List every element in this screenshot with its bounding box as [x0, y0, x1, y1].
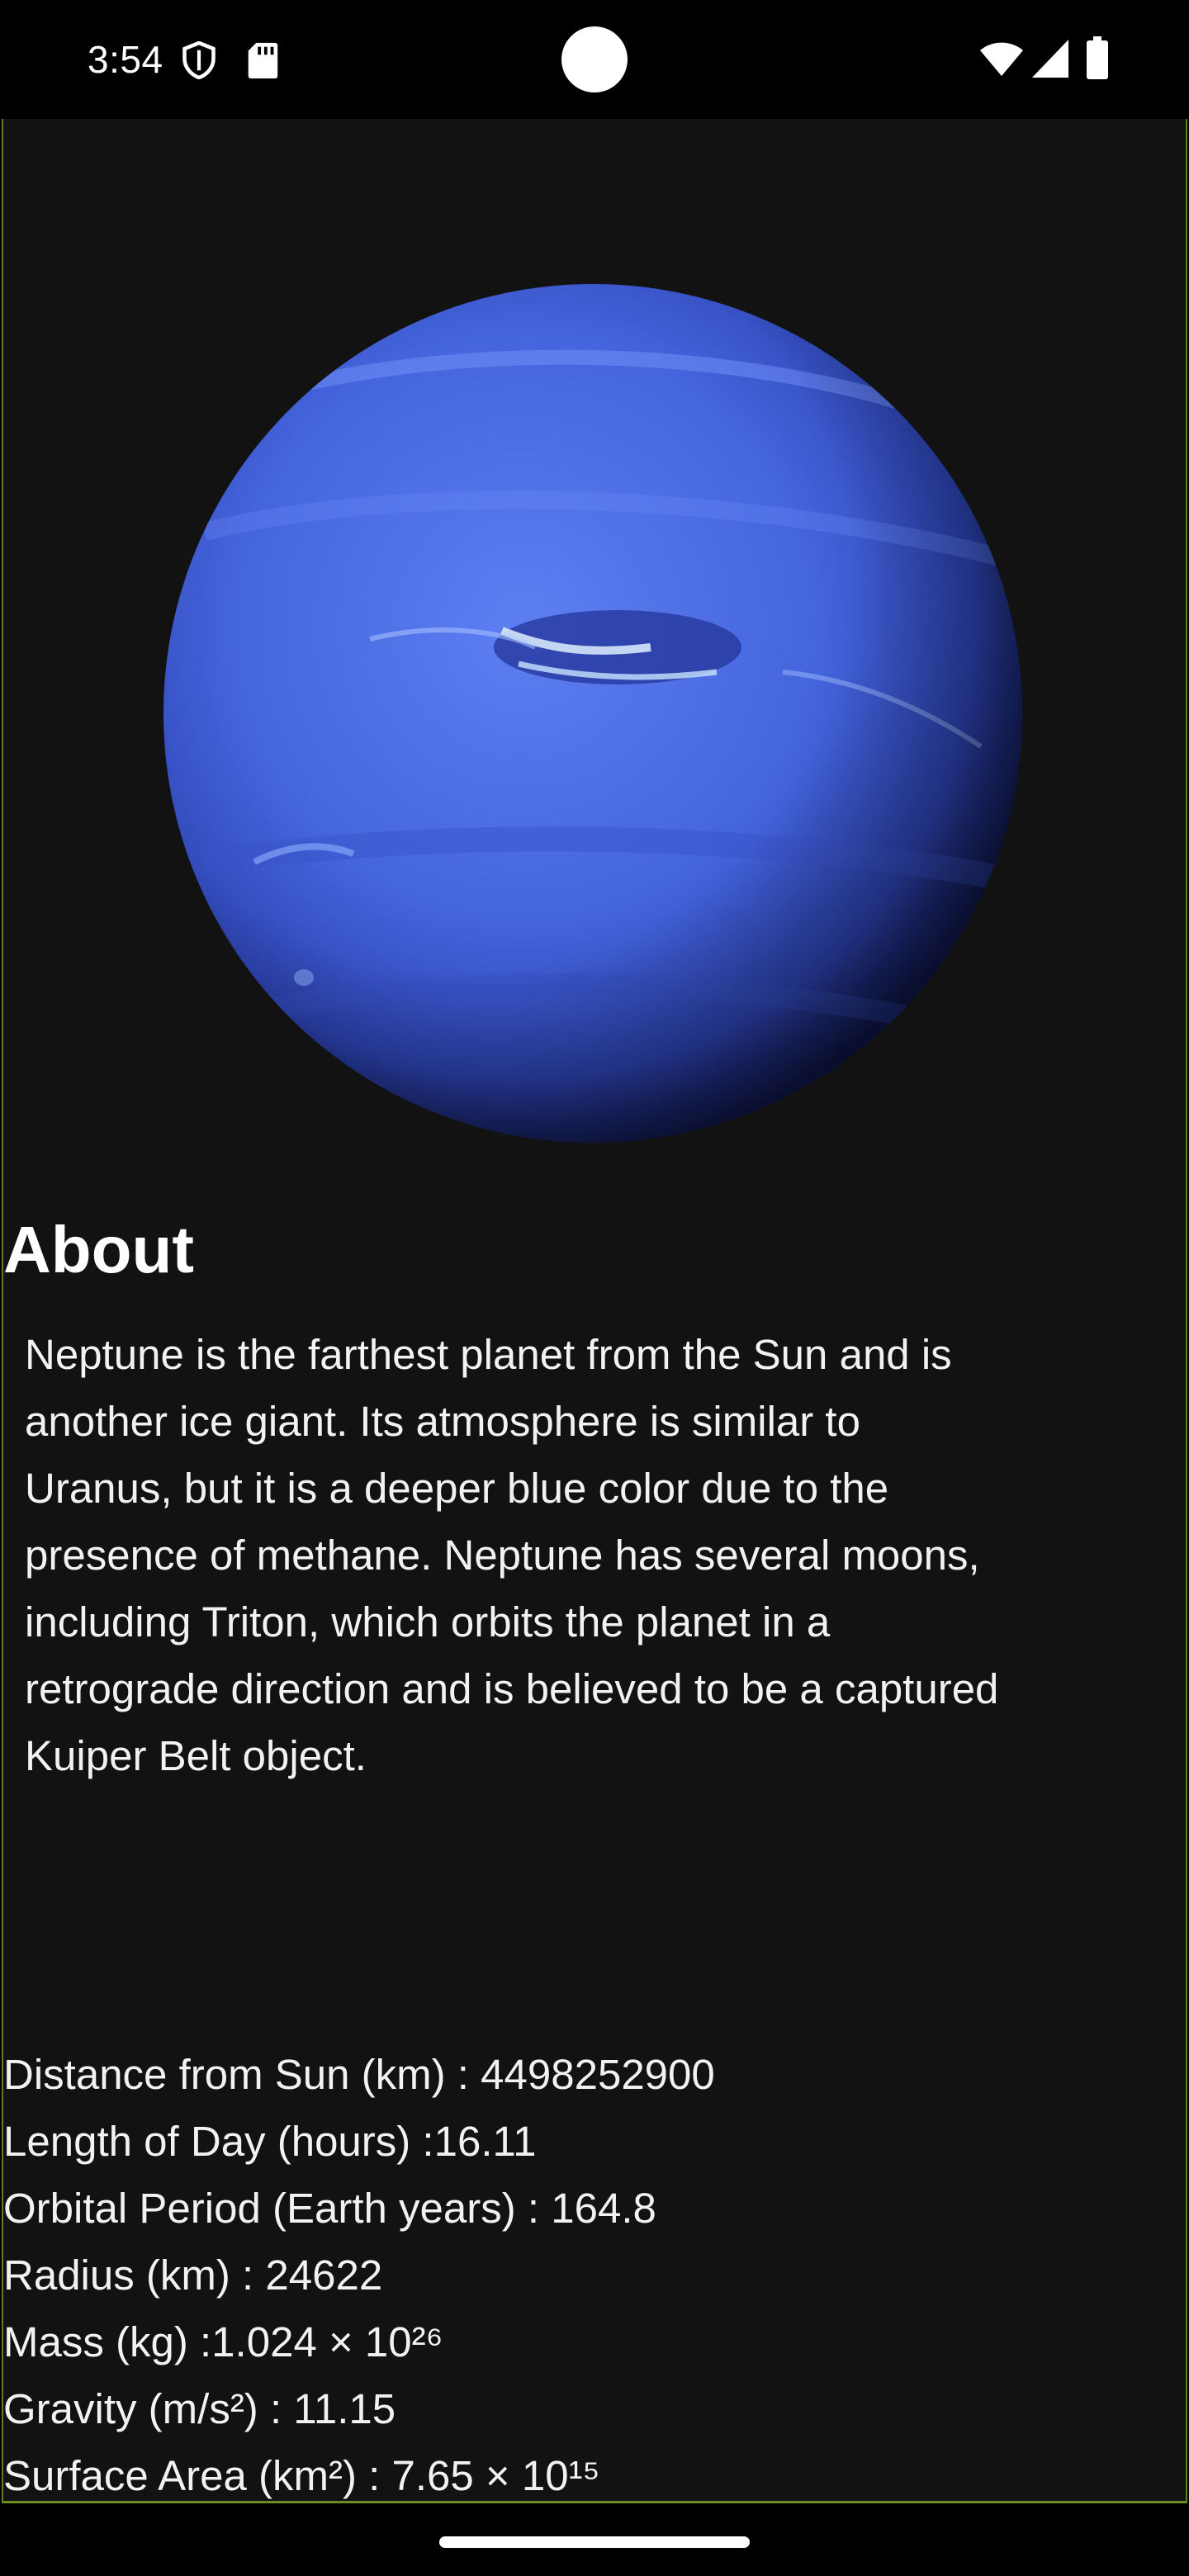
fact-distance-from-sun: Distance from Sun (km) : 4498252900: [3, 2051, 715, 2098]
planet-image: [155, 284, 1030, 1143]
fact-length-of-day: Length of Day (hours) :16.11: [3, 2118, 537, 2165]
planet-facts-list: Distance from Sun (km) : 4498252900 Leng…: [3, 2041, 715, 2501]
fact-surface-area: Surface Area (km²) : 7.65 × 10¹⁵: [3, 2452, 600, 2499]
status-bar: 3:54: [0, 0, 1189, 119]
fact-orbital-period: Orbital Period (Earth years) : 164.8: [3, 2185, 656, 2232]
status-time: 3:54: [88, 38, 163, 81]
neptune-image: [163, 284, 1022, 1143]
fact-mass: Mass (kg) :1.024 × 10²⁶: [3, 2318, 443, 2365]
about-heading: About: [3, 1213, 195, 1286]
wifi-icon: [980, 42, 1023, 76]
battery-icon: [1087, 36, 1108, 79]
planet-detail-screen[interactable]: About Neptune is the farthest planet fro…: [2, 119, 1187, 2503]
sd-card-icon: [248, 42, 278, 79]
navigation-bar: [0, 2503, 1189, 2576]
fact-gravity: Gravity (m/s²) : 11.15: [3, 2385, 396, 2432]
home-gesture-handle[interactable]: [439, 2536, 750, 2548]
front-camera: [561, 26, 628, 92]
about-description: Neptune is the farthest planet from the …: [25, 1331, 999, 1779]
shield-icon: [182, 41, 216, 79]
cell-signal-icon: [1032, 40, 1068, 78]
device-screen: 3:54 About Neptune is the farthest plane…: [0, 0, 1189, 2576]
fact-radius: Radius (km) : 24622: [3, 2252, 383, 2299]
